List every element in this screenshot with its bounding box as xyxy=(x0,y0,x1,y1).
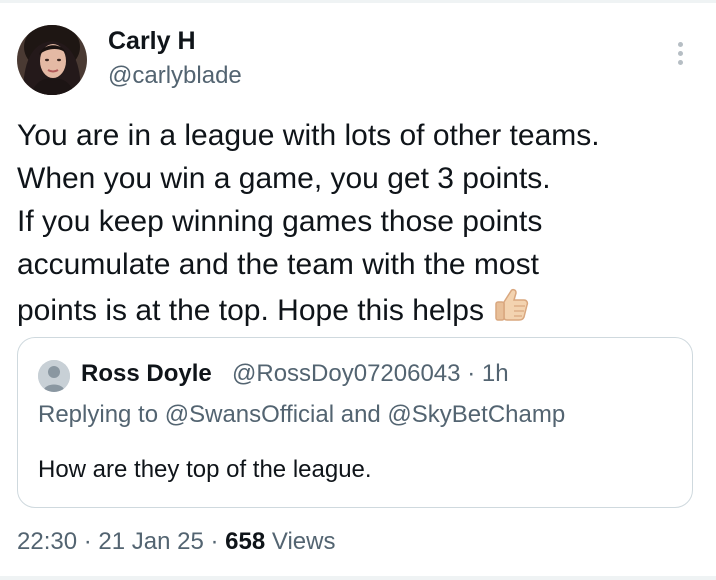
views-count: 658 xyxy=(225,528,266,555)
views-label: Views xyxy=(271,528,336,555)
footer-dot: · xyxy=(83,528,92,555)
tweet-line: points is at the top. Hope this helps xyxy=(17,294,484,327)
quoted-author-meta: @RossDoy07206043 · 1h xyxy=(232,358,509,390)
footer-dot: · xyxy=(210,528,219,555)
tweet-line-last: points is at the top. Hope this helps xyxy=(17,286,707,332)
author-name[interactable]: Carly H xyxy=(108,26,196,56)
meta-separator: · xyxy=(467,360,476,387)
tweet-line: You are in a league with lots of other t… xyxy=(17,119,600,152)
quoted-tweet-text: How are they top of the league. xyxy=(38,456,372,483)
more-options-button[interactable] xyxy=(668,38,692,70)
tweet-timestamp[interactable]: 22:30 · 21 Jan 25 xyxy=(17,528,204,555)
user-avatar-icon xyxy=(17,25,87,95)
quoted-tweet-card[interactable]: Ross Doyle @RossDoy07206043 · 1h Replyin… xyxy=(17,337,693,508)
tweet-date: 21 Jan 25 xyxy=(98,528,204,555)
top-divider xyxy=(0,0,716,3)
thumbs-up-icon xyxy=(495,288,529,321)
tweet-footer: 22:30 · 21 Jan 25 · 658 Views xyxy=(17,526,335,558)
tweet-line: accumulate and the team with the most xyxy=(17,248,539,281)
quoted-tweet-time[interactable]: 1h xyxy=(482,360,509,387)
tweet-line: When you win a game, you get 3 points. xyxy=(17,162,551,195)
tweet-time: 22:30 xyxy=(17,528,78,555)
tweet-text: You are in a league with lots of other t… xyxy=(17,114,707,332)
replying-to-text: Replying to @SwansOfficial and @SkyBetCh… xyxy=(38,401,566,428)
author-avatar[interactable] xyxy=(17,25,87,95)
tweet-line: If you keep winning games those points xyxy=(17,205,543,238)
quoted-user-avatar[interactable] xyxy=(38,360,70,392)
quoted-author-name[interactable]: Ross Doyle xyxy=(81,358,212,390)
author-handle[interactable]: @carlyblade xyxy=(108,61,242,91)
quoted-author-handle[interactable]: @RossDoy07206043 xyxy=(232,360,461,387)
bottom-divider xyxy=(0,576,716,580)
more-vertical-icon-dot xyxy=(678,60,683,65)
more-vertical-icon xyxy=(678,42,683,47)
more-vertical-icon-dot xyxy=(678,51,683,56)
default-user-icon xyxy=(38,360,70,392)
